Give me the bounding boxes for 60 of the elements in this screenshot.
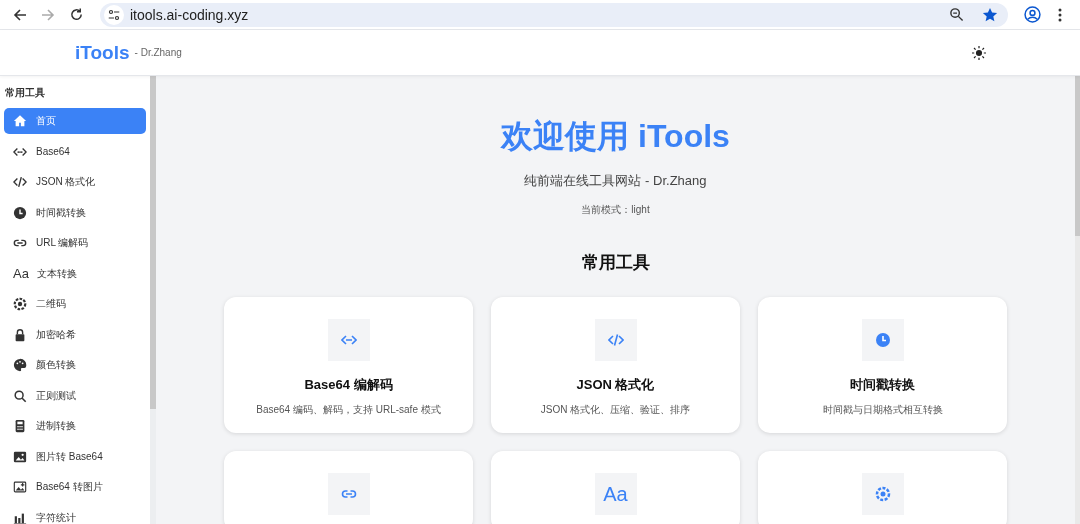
sliders-icon [108,8,120,21]
url-text: itools.ai-coding.xyz [130,6,250,23]
site-info-button[interactable] [104,4,124,25]
star-icon [982,6,998,23]
image-icon [13,449,27,464]
sidebar-item[interactable]: 进制转换 [4,413,146,439]
card-description: JSON 格式化、压缩、验证、排序 [540,403,691,417]
arrow-right-icon [40,6,56,23]
clock-icon [13,205,27,220]
card-title: Base64 编解码 [304,376,393,394]
search-icon [13,388,27,403]
scrollbar-thumb[interactable] [150,76,156,409]
aperture-icon [13,297,27,311]
card-description: Base64 编码、解码，支持 URL-safe 模式 [256,403,441,417]
card-title: JSON 格式化 [576,376,655,394]
clock-icon [874,332,891,348]
card-title: 时间戳转换 [850,376,915,394]
image-plus-icon [13,480,27,494]
sidebar-item[interactable]: 时间戳转换 [4,199,146,226]
sidebar-item[interactable]: 首页 [4,108,146,134]
sidebar-item[interactable]: 正则测试 [4,382,146,409]
section-heading: 常用工具 [581,253,650,273]
profile-icon [1023,6,1041,23]
menu-icon [1058,7,1062,22]
sidebar-item[interactable]: Aa 文本转换 [4,260,146,287]
sidebar-item[interactable]: URL 编解码 [4,230,146,256]
sun-icon [972,45,986,60]
card-description: 时间戳与日期格式相互转换 [822,403,943,417]
calculator-icon [13,419,27,433]
house-icon [13,114,27,128]
code-icon [607,332,624,348]
tool-card[interactable]: 时间戳转换 时间戳与日期格式相互转换 [758,297,1007,433]
theme-toggle-button[interactable] [970,43,988,62]
code-icon [13,175,27,189]
sidebar-item[interactable]: 图片转 Base64 [4,443,146,470]
sidebar-item[interactable]: 字符统计 [4,504,146,524]
sidebar-section-title: 常用工具 [5,86,46,100]
sidebar-item[interactable]: JSON 格式化 [4,169,146,195]
address-bar[interactable]: itools.ai-coding.xyz [100,2,1008,27]
sidebar-item[interactable]: Base64 [4,138,146,165]
scrollbar-thumb[interactable] [1075,76,1080,236]
palette-icon [13,358,27,372]
reload-icon [68,7,84,22]
aperture-icon [874,486,891,502]
sidebar-item[interactable]: 加密哈希 [4,321,146,348]
mode-text: 当前模式：light [581,203,650,217]
text-format-icon: Aa [13,266,28,281]
logo-text[interactable]: iTools [75,41,130,64]
zoom-out-icon [948,7,964,22]
arrow-left-icon [12,6,28,23]
sidebar-item[interactable]: 二维码 [4,291,146,317]
sidebar-item[interactable]: 颜色转换 [4,352,146,378]
author-text: - Dr.Zhang [134,47,183,58]
welcome-title: 欢迎使用 iTools [501,117,730,156]
sidebar-item[interactable]: Base64 转图片 [4,474,146,500]
lock-icon [13,327,27,342]
tool-card[interactable]: Base64 编解码 Base64 编码、解码，支持 URL-safe 模式 [224,297,473,433]
tool-card[interactable]: JSON 格式化 JSON 格式化、压缩、验证、排序 [491,297,740,433]
subtitle-text: 纯前端在线工具网站 - Dr.Zhang [524,172,707,190]
text-format-icon: Aa [603,482,628,506]
